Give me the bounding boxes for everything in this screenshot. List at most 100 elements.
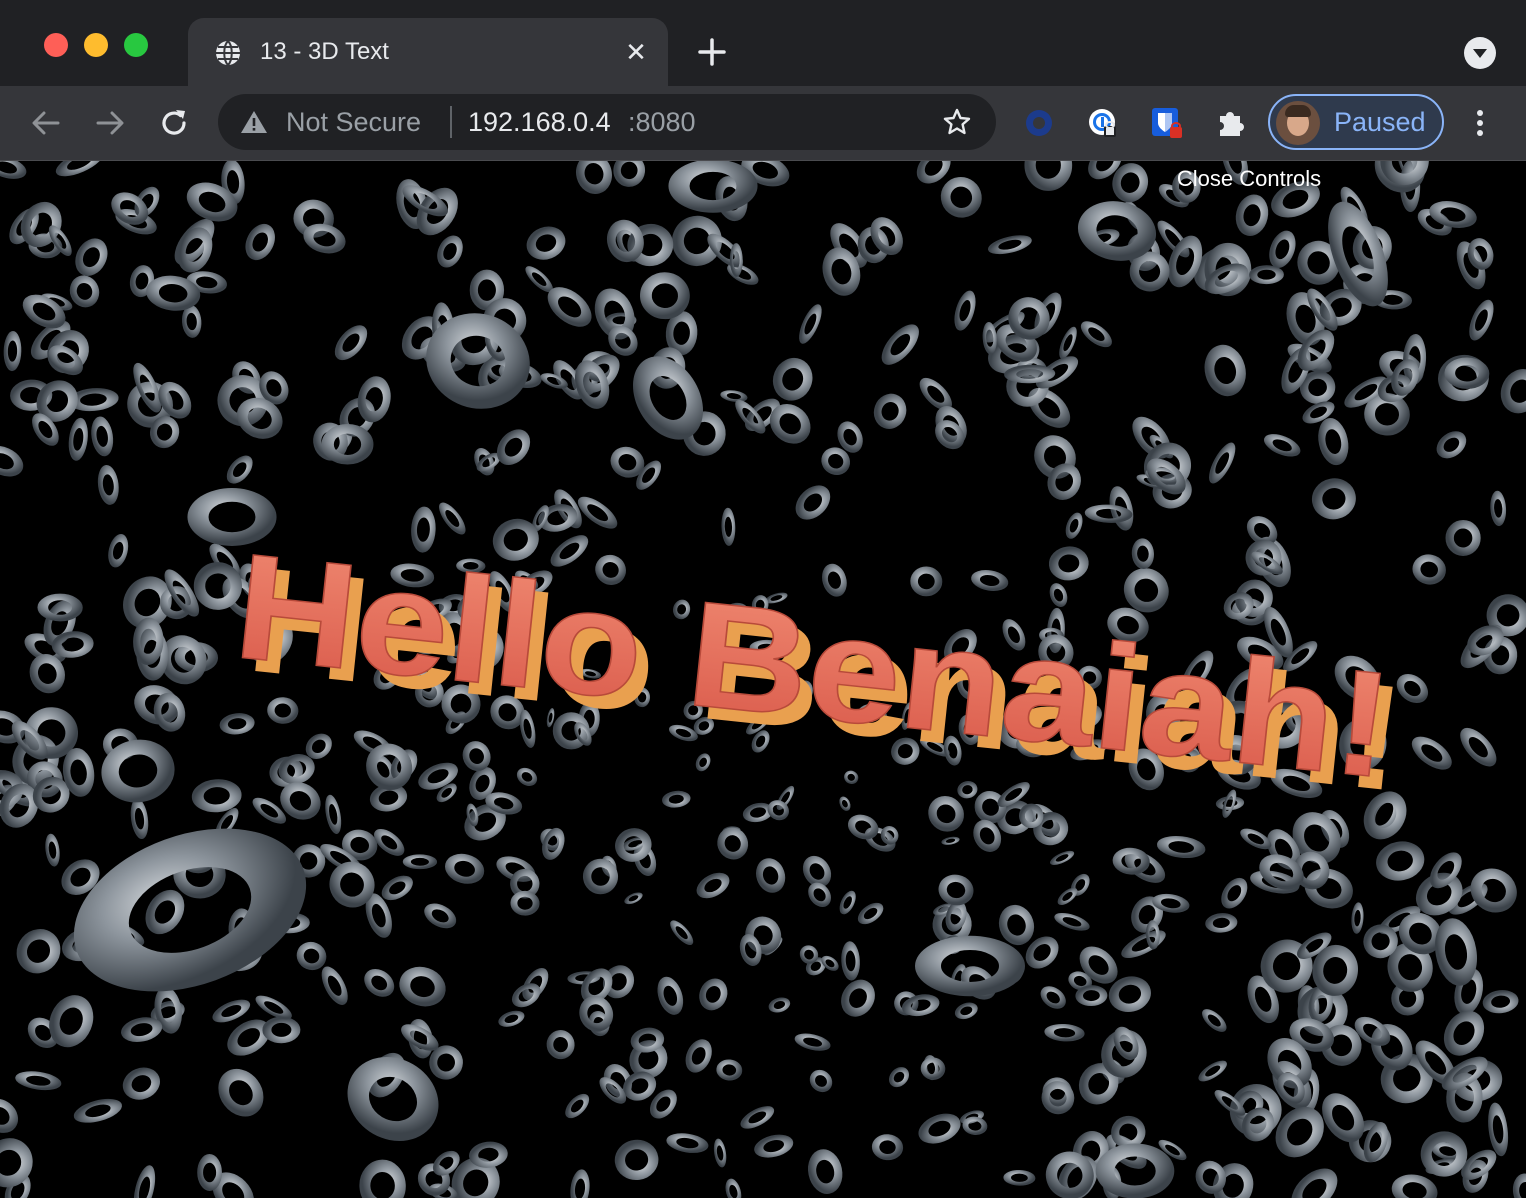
- torus: [1202, 1009, 1227, 1032]
- torus: [1351, 902, 1364, 934]
- torus: [130, 798, 149, 839]
- torus: [1269, 230, 1296, 268]
- menu-kebab-icon[interactable]: [1464, 106, 1496, 140]
- torus: [49, 995, 94, 1048]
- lock-circle-extension-icon[interactable]: [1086, 106, 1120, 140]
- torus: [839, 796, 851, 811]
- torus: [540, 373, 568, 389]
- torus: [1198, 1060, 1227, 1082]
- tab-strip: 13 - 3D Text ✕: [0, 0, 1526, 86]
- torus: [610, 446, 645, 478]
- torus: [940, 176, 982, 218]
- torus: [873, 393, 907, 429]
- torus-large: [668, 161, 758, 213]
- bookmark-star-icon[interactable]: [942, 107, 972, 137]
- torus: [740, 1106, 775, 1129]
- torus: [97, 464, 119, 505]
- torus: [133, 1165, 156, 1198]
- warning-icon[interactable]: [240, 109, 268, 135]
- torus: [227, 1019, 271, 1056]
- torus: [1049, 583, 1068, 607]
- torus: [547, 287, 592, 327]
- bitwarden-extension-icon[interactable]: [1150, 106, 1184, 140]
- torus: [742, 802, 774, 823]
- torus: [437, 235, 463, 268]
- torus: [252, 797, 287, 824]
- puzzle-extensions-icon[interactable]: [1214, 106, 1248, 140]
- torus: [1044, 1023, 1085, 1042]
- torus: [1108, 976, 1151, 1012]
- close-controls-button[interactable]: Close Controls: [1160, 165, 1338, 193]
- torus: [1490, 490, 1507, 527]
- reload-button[interactable]: [156, 105, 192, 141]
- minimize-window-button[interactable]: [84, 33, 108, 57]
- torus: [1025, 936, 1059, 969]
- tab-search-button[interactable]: [1464, 37, 1496, 69]
- torus: [772, 357, 813, 401]
- torus-large: [632, 356, 704, 440]
- torus: [498, 1010, 525, 1027]
- torus: [365, 893, 392, 938]
- torus: [696, 872, 730, 899]
- browser-toolbar: Not Secure 192.168.0.4 :8080 Paused: [0, 86, 1526, 161]
- torus: [146, 275, 201, 311]
- torus: [546, 1030, 575, 1060]
- torus: [359, 1159, 406, 1198]
- torus: [16, 929, 61, 974]
- maximize-window-button[interactable]: [124, 33, 148, 57]
- torus: [613, 161, 646, 187]
- torus: [525, 266, 553, 293]
- torus: [1123, 568, 1169, 613]
- ring-extension-icon[interactable]: [1022, 106, 1056, 140]
- omnibox-divider: [450, 106, 452, 138]
- back-button[interactable]: [28, 105, 64, 141]
- address-bar[interactable]: Not Secure 192.168.0.4 :8080: [218, 94, 996, 150]
- torus: [191, 779, 242, 813]
- torus: [1195, 1160, 1226, 1194]
- torus: [839, 890, 856, 915]
- torus: [1460, 727, 1497, 767]
- torus: [847, 814, 879, 840]
- new-tab-button[interactable]: [694, 34, 730, 70]
- torus: [469, 1141, 508, 1168]
- torus: [69, 275, 100, 308]
- forward-button[interactable]: [92, 105, 128, 141]
- torus: [1080, 321, 1112, 348]
- url-port[interactable]: :8080: [628, 107, 696, 137]
- torus: [640, 272, 690, 320]
- torus: [1322, 1093, 1365, 1143]
- torus: [582, 858, 619, 895]
- close-window-button[interactable]: [44, 33, 68, 57]
- torus-large: [73, 828, 307, 992]
- torus: [1024, 161, 1073, 191]
- torus: [280, 782, 321, 820]
- torus: [462, 741, 491, 772]
- torus: [45, 833, 60, 867]
- url-host[interactable]: 192.168.0.4: [468, 107, 611, 137]
- webgl-canvas[interactable]: Hello Benaiah! Hello Benaiah! Close Cont…: [0, 161, 1526, 1198]
- torus: [916, 161, 951, 184]
- tab-close-button[interactable]: ✕: [622, 38, 650, 66]
- torus: [919, 377, 952, 411]
- torus: [1376, 841, 1425, 881]
- torus: [1470, 868, 1517, 913]
- profile-button[interactable]: Paused: [1268, 94, 1444, 150]
- torus: [808, 1149, 843, 1194]
- torus: [68, 417, 88, 461]
- tab-active[interactable]: 13 - 3D Text ✕: [188, 18, 668, 86]
- torus: [988, 235, 1032, 255]
- torus: [717, 827, 749, 860]
- torus: [662, 790, 691, 808]
- torus: [0, 1098, 19, 1133]
- torus: [649, 1089, 677, 1119]
- security-label[interactable]: Not Secure: [286, 107, 421, 137]
- torus: [121, 1017, 163, 1042]
- 3d-scene: Hello Benaiah! Hello Benaiah!: [0, 161, 1526, 1198]
- torus: [954, 290, 976, 331]
- torus: [0, 161, 27, 179]
- torus: [186, 182, 238, 222]
- torus: [1003, 1169, 1036, 1186]
- torus: [1156, 835, 1206, 859]
- torus: [615, 828, 652, 862]
- torus: [844, 770, 859, 784]
